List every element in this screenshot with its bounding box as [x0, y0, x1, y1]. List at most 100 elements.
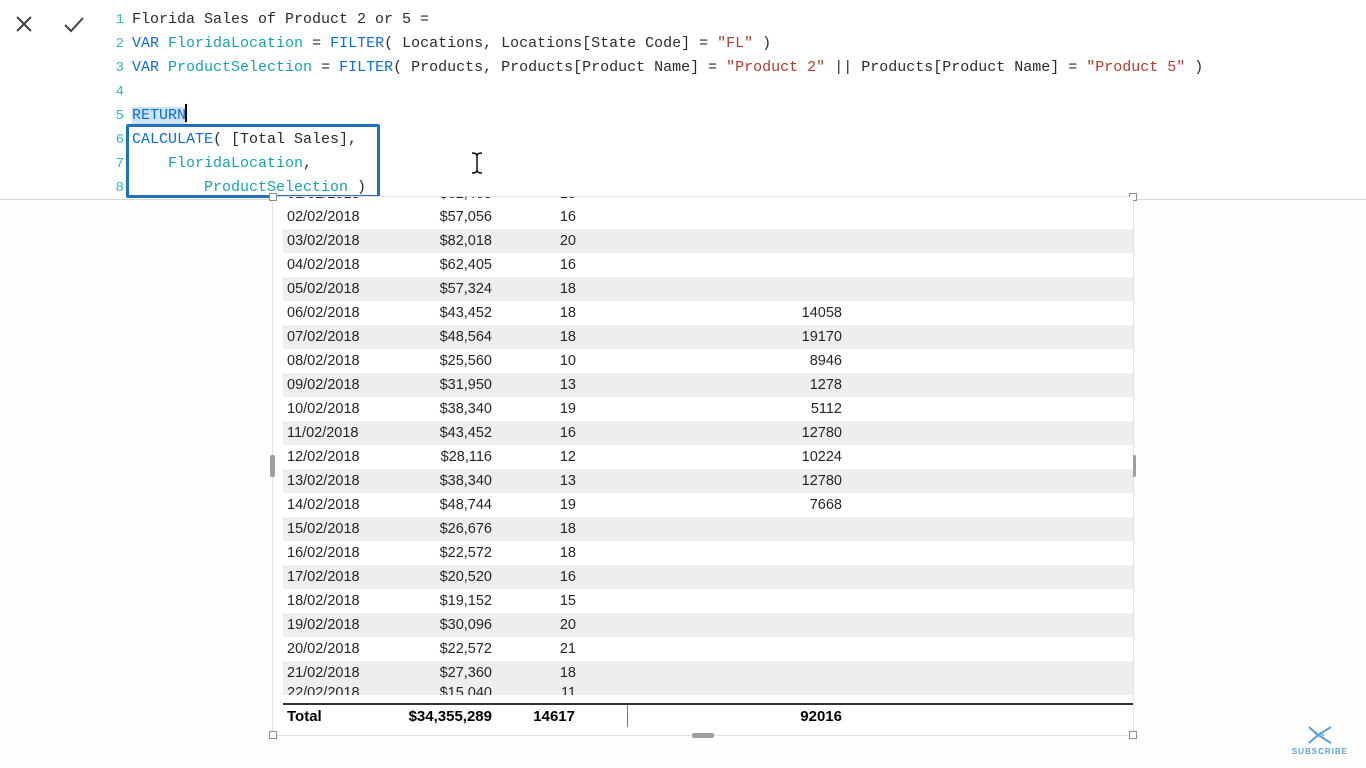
cell-extra: [628, 541, 858, 565]
cell-date: 19/02/2018: [283, 613, 388, 637]
code-line[interactable]: 2VAR FloridaLocation = FILTER( Locations…: [108, 32, 1203, 56]
subscribe-label: SUBSCRIBE: [1292, 747, 1348, 756]
code-line[interactable]: 4: [108, 80, 1203, 104]
resize-handle[interactable]: [269, 731, 277, 739]
cell-count: 12: [508, 445, 628, 469]
code-line[interactable]: 3VAR ProductSelection = FILTER( Products…: [108, 56, 1203, 80]
line-number: 5: [108, 104, 132, 128]
resize-handle[interactable]: [270, 455, 275, 477]
cell-count: 16: [508, 565, 628, 589]
cell-date: 20/02/2018: [283, 637, 388, 661]
cell-sales: $31,950: [388, 373, 508, 397]
cell-count: 10: [508, 349, 628, 373]
line-number: 3: [108, 56, 132, 80]
subscribe-watermark: SUBSCRIBE: [1292, 725, 1348, 756]
cell-sales: $30,096: [388, 613, 508, 637]
line-number: 1: [108, 8, 132, 32]
resize-handle[interactable]: [1129, 731, 1137, 739]
commit-icon[interactable]: [60, 10, 88, 38]
table-row[interactable]: 14/02/2018$48,744197668: [283, 493, 1133, 517]
line-number: 8: [108, 176, 132, 200]
total-label: Total: [283, 705, 388, 727]
cell-sales: $26,676: [388, 517, 508, 541]
cancel-icon[interactable]: [10, 10, 38, 38]
table-total-row: Total $34,355,289 14617 92016: [283, 703, 1133, 727]
table-row[interactable]: 06/02/2018$43,4521814058: [283, 301, 1133, 325]
table-row[interactable]: 13/02/2018$38,3401312780: [283, 469, 1133, 493]
code-text[interactable]: VAR FloridaLocation = FILTER( Locations,…: [132, 32, 771, 56]
code-line[interactable]: 5RETURN: [108, 104, 1203, 128]
code-text[interactable]: RETURN: [132, 104, 186, 128]
cell-count: 16: [508, 253, 628, 277]
cell-extra: [628, 637, 858, 661]
table-row[interactable]: 11/02/2018$43,4521612780: [283, 421, 1133, 445]
table-row[interactable]: 12/02/2018$28,1161210224: [283, 445, 1133, 469]
cell-date: 06/02/2018: [283, 301, 388, 325]
line-number: 7: [108, 152, 132, 176]
cell-date: 08/02/2018: [283, 349, 388, 373]
total-sales: $34,355,289: [388, 705, 508, 727]
table-row[interactable]: 05/02/2018$57,32418: [283, 277, 1133, 301]
cell-sales: $38,340: [388, 397, 508, 421]
table-row[interactable]: 03/02/2018$82,01820: [283, 229, 1133, 253]
dax-editor[interactable]: 1Florida Sales of Product 2 or 5 =2VAR F…: [108, 8, 1203, 200]
table-body[interactable]: 01/02/2018$62,4051502/02/2018$57,0561603…: [283, 197, 1133, 700]
line-number: 6: [108, 128, 132, 152]
code-line[interactable]: 6CALCULATE( [Total Sales],: [108, 128, 1203, 152]
table-row[interactable]: 21/02/2018$27,36018: [283, 661, 1133, 685]
table-row[interactable]: 15/02/2018$26,67618: [283, 517, 1133, 541]
code-line[interactable]: 1Florida Sales of Product 2 or 5 =: [108, 8, 1203, 32]
formula-bar[interactable]: 1Florida Sales of Product 2 or 5 =2VAR F…: [0, 0, 1366, 200]
cell-count: 16: [508, 205, 628, 229]
table-row[interactable]: 09/02/2018$31,950131278: [283, 373, 1133, 397]
resize-handle[interactable]: [692, 733, 714, 738]
table-row[interactable]: 10/02/2018$38,340195112: [283, 397, 1133, 421]
table-row[interactable]: 17/02/2018$20,52016: [283, 565, 1133, 589]
cell-date: 02/02/2018: [283, 205, 388, 229]
code-line[interactable]: 7 FloridaLocation,: [108, 152, 1203, 176]
cell-extra: 14058: [628, 301, 858, 325]
total-count: 14617: [508, 705, 628, 727]
cell-sales: $62,405: [388, 253, 508, 277]
cell-sales: $82,018: [388, 229, 508, 253]
cell-extra: 7668: [628, 493, 858, 517]
cell-extra: [628, 613, 858, 637]
table-row[interactable]: 16/02/2018$22,57218: [283, 541, 1133, 565]
cell-sales: $43,452: [388, 421, 508, 445]
cell-extra: 10224: [628, 445, 858, 469]
cell-count: 13: [508, 469, 628, 493]
code-text[interactable]: Florida Sales of Product 2 or 5 =: [132, 8, 429, 32]
cell-extra: [628, 205, 858, 229]
code-text[interactable]: CALCULATE( [Total Sales],: [132, 128, 357, 152]
table-row[interactable]: 19/02/2018$30,09620: [283, 613, 1133, 637]
table-row[interactable]: 08/02/2018$25,560108946: [283, 349, 1133, 373]
cell-count: 19: [508, 397, 628, 421]
table-row[interactable]: 02/02/2018$57,05616: [283, 205, 1133, 229]
table-visual[interactable]: 01/02/2018$62,4051502/02/2018$57,0561603…: [272, 196, 1134, 736]
table-row[interactable]: 07/02/2018$48,5641819170: [283, 325, 1133, 349]
cell-date: 14/02/2018: [283, 493, 388, 517]
table-row-partial: 22/02/2018$15,04011: [283, 685, 1133, 695]
table-row[interactable]: 20/02/2018$22,57221: [283, 637, 1133, 661]
text-cursor-icon: [470, 151, 484, 181]
dna-icon: [1305, 725, 1335, 745]
cell-extra: 12780: [628, 469, 858, 493]
cell-sales: $25,560: [388, 349, 508, 373]
table-row[interactable]: 18/02/2018$19,15215: [283, 589, 1133, 613]
cell-count: 18: [508, 661, 628, 685]
cell-count: 15: [508, 589, 628, 613]
cell-extra: 19170: [628, 325, 858, 349]
cell-sales: $43,452: [388, 301, 508, 325]
cell-extra: 8946: [628, 349, 858, 373]
code-text[interactable]: VAR ProductSelection = FILTER( Products,…: [132, 56, 1203, 80]
cell-date: 07/02/2018: [283, 325, 388, 349]
cell-sales: $27,360: [388, 661, 508, 685]
code-text[interactable]: FloridaLocation,: [132, 152, 312, 176]
cell-count: 21: [508, 637, 628, 661]
cell-sales: $38,340: [388, 469, 508, 493]
cell-extra: [628, 229, 858, 253]
resize-handle[interactable]: [269, 193, 277, 201]
table-row[interactable]: 04/02/2018$62,40516: [283, 253, 1133, 277]
cell-count: 19: [508, 493, 628, 517]
cell-count: 20: [508, 229, 628, 253]
